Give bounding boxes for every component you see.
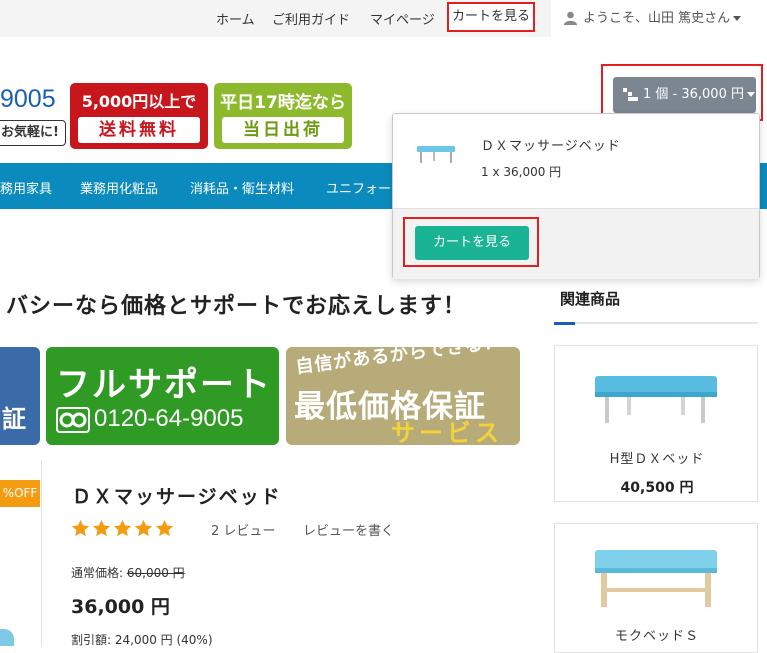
user-greeting: ようこそ、山田 篤史さん [583, 0, 742, 37]
reviews-link[interactable]: 2 レビュー [211, 520, 275, 539]
product-image[interactable] [0, 629, 14, 646]
star-icon [113, 519, 132, 537]
mypage-link[interactable]: マイページ [370, 9, 435, 28]
regular-price: 通常価格: 60,000 円 [71, 564, 185, 581]
product-image [595, 376, 717, 423]
same-day-label: 当日出荷 [222, 117, 344, 143]
star-icon [155, 519, 174, 537]
write-review-link[interactable]: レビューを書く [303, 520, 394, 539]
same-day-condition: 平日17時迄なら [220, 93, 346, 113]
support-phone: 0120-64-9005 [94, 405, 244, 432]
rating-stars [71, 519, 176, 539]
divider [41, 460, 42, 646]
chevron-down-icon [733, 16, 742, 21]
product-title: ＤＸマッサージベッド [72, 486, 282, 508]
free-shipping-label: 送料無料 [78, 117, 200, 143]
free-shipping-condition: 5,000円以上で [81, 92, 197, 111]
regular-price-value: 60,000 円 [126, 566, 185, 580]
top-bar: ホーム ご利用ガイド マイページ カートを見る ようこそ、山田 篤史さん [0, 0, 767, 37]
full-support-banner[interactable]: フルサポート 0120-64-9005 [46, 347, 279, 445]
lowest-price-guarantee-banner[interactable]: 自信があるからできる！ 最低価格保証 サービス [286, 347, 520, 445]
nav-item-furniture[interactable]: 務用家具 [0, 178, 52, 197]
nav-item-uniform[interactable]: ユニフォー [326, 178, 391, 197]
nav-item-cosmetics[interactable]: 業務用化粧品 [80, 178, 158, 197]
guarantee-banner-left[interactable]: 証 [0, 347, 40, 445]
user-icon [564, 11, 577, 25]
cart-item-name[interactable]: ＤＸマッサージベッド [481, 135, 621, 154]
related-product-card[interactable]: H型ＤＸベッド 40,500 円 [554, 345, 758, 502]
guarantee-tagline: 自信があるからできる！ [294, 347, 504, 378]
banner-left-text: 証 [2, 405, 26, 433]
star-icon [134, 519, 153, 537]
guide-link[interactable]: ご利用ガイド [272, 9, 350, 28]
cart-item-quantity: 1 x 36,000 円 [481, 165, 562, 179]
user-menu[interactable]: ようこそ、山田 篤史さん [551, 0, 767, 37]
support-title: フルサポート [56, 365, 272, 405]
related-product-price: 40,500 円 [620, 480, 694, 496]
page-headline: バシーなら価格とサポートでお応えします！ [6, 294, 467, 319]
discount-tag: %OFF [0, 480, 40, 507]
free-dial-icon [56, 407, 90, 433]
related-product-card[interactable]: モクベッドＳ [554, 523, 758, 653]
free-shipping-badge[interactable]: 5,000円以上で 送料無料 [70, 83, 208, 149]
product-image [595, 550, 717, 607]
related-product-name[interactable]: モクベッドＳ [555, 625, 759, 644]
related-product-name[interactable]: H型ＤＸベッド [555, 448, 759, 467]
phone-number: 9005 [0, 85, 56, 113]
related-products-title: 関連商品 [560, 290, 621, 308]
star-icon [71, 519, 90, 537]
home-link[interactable]: ホーム [216, 9, 255, 28]
star-icon [92, 519, 111, 537]
guarantee-subtitle: サービス [391, 419, 503, 445]
regular-price-label: 通常価格: [71, 566, 124, 580]
phone-subtext: お気軽に! [0, 120, 66, 146]
title-accent-bar [554, 322, 575, 325]
discount-amount: 割引額: 24,000 円 (40%) [71, 633, 213, 647]
highlight-box-view-cart [403, 217, 539, 267]
sale-price: 36,000 円 [71, 596, 170, 618]
same-day-shipping-badge[interactable]: 平日17時迄なら 当日出荷 [214, 83, 352, 149]
divider [554, 322, 758, 324]
view-cart-top-link[interactable]: カートを見る [446, 2, 536, 32]
nav-item-supplies[interactable]: 消耗品・衛生材料 [190, 178, 294, 197]
product-thumbnail [417, 146, 455, 163]
